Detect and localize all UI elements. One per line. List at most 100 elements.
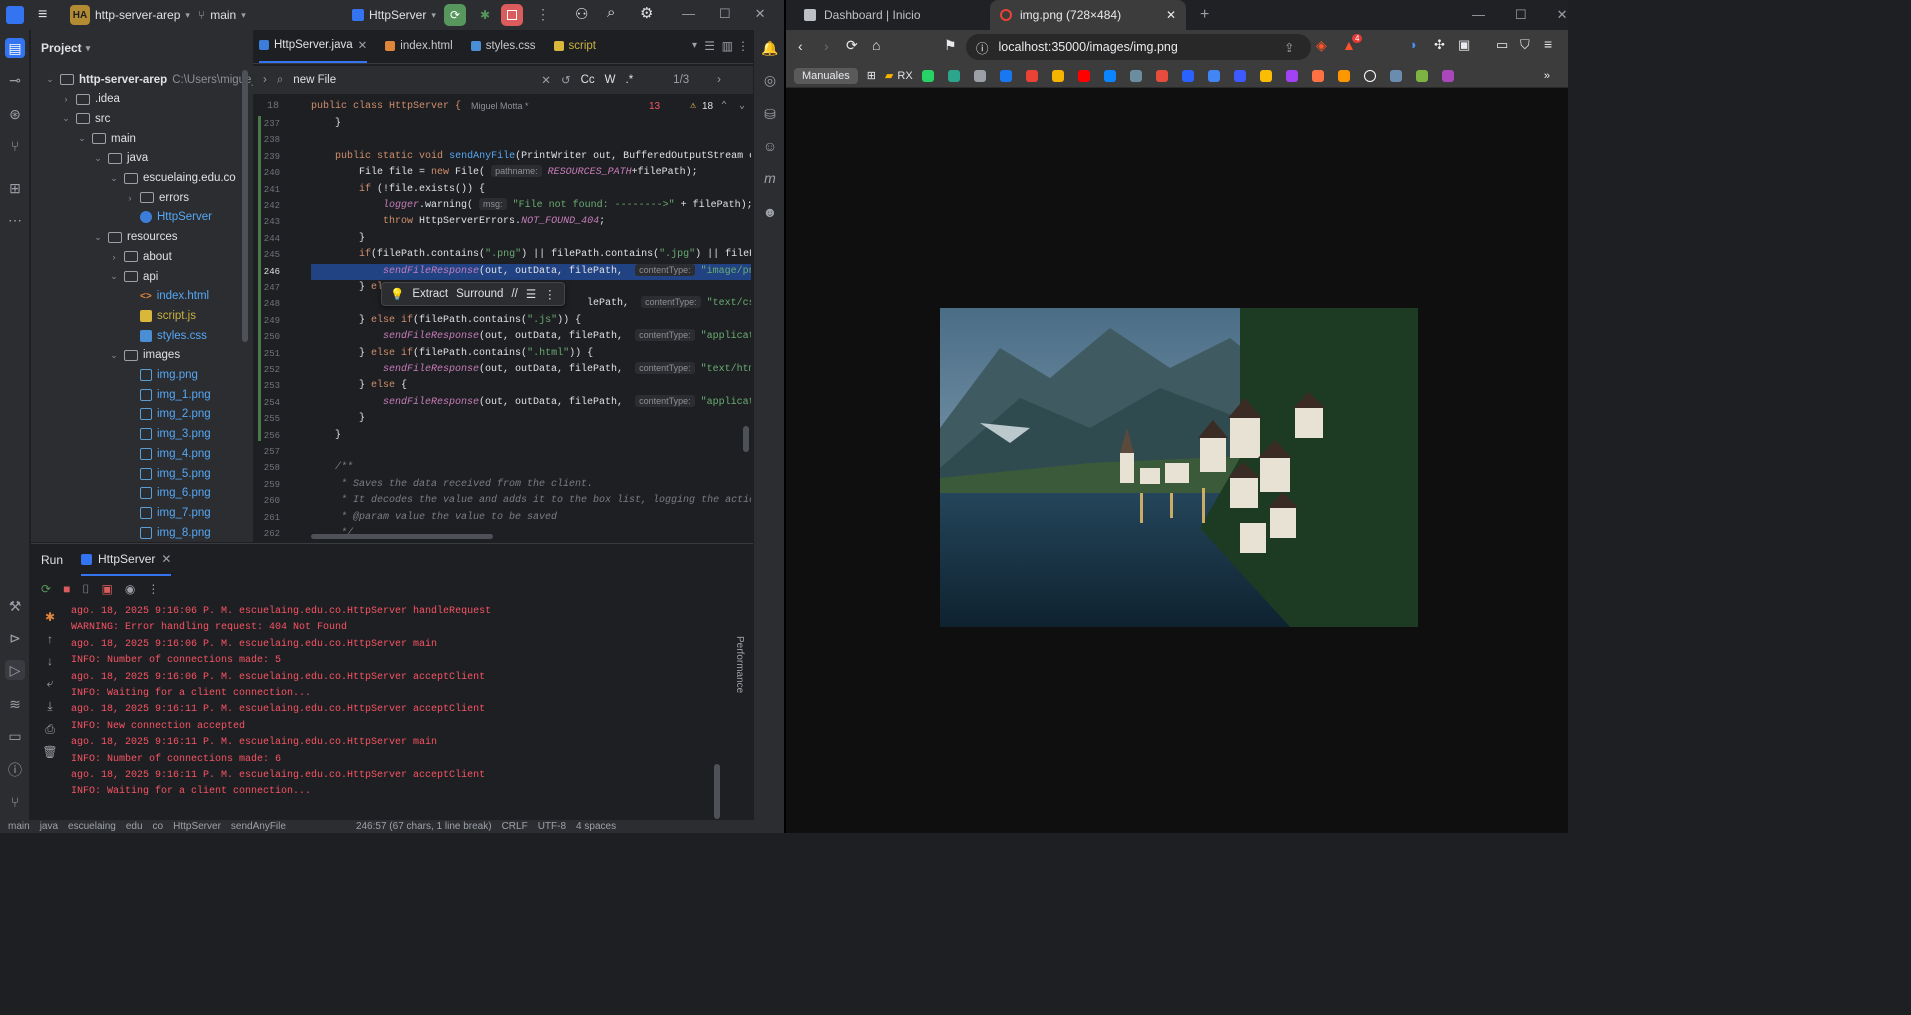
tree-item[interactable]: ⌄ src: [61, 109, 110, 128]
services-icon[interactable]: ⊳: [5, 628, 25, 648]
code-hscrollbar[interactable]: [311, 534, 493, 539]
vcs-icon[interactable]: ⑂: [5, 792, 25, 812]
scroll-end-icon[interactable]: ⤓: [47, 699, 52, 714]
project-tool-icon[interactable]: ▤: [5, 38, 25, 58]
commit-icon[interactable]: ⊸: [5, 70, 25, 90]
bookmark-folder-rx[interactable]: ▰ RX: [885, 69, 913, 83]
tree-item[interactable]: script.js: [125, 306, 196, 325]
settings-gear-icon[interactable]: ⚙: [640, 4, 653, 22]
copilot-chat-icon[interactable]: ☻: [760, 202, 780, 222]
tree-item[interactable]: › .idea: [61, 90, 120, 109]
code-area[interactable]: } public static void sendAnyFile(PrintWr…: [311, 116, 751, 542]
split-icon[interactable]: ▥: [722, 39, 733, 53]
debug-bug-icon[interactable]: ✱: [45, 610, 55, 624]
stop-icon[interactable]: ■: [63, 582, 70, 596]
rerun-icon[interactable]: ⟳: [41, 582, 51, 596]
bookmark-favicon-icon[interactable]: [1155, 69, 1168, 82]
maximize-icon[interactable]: ☐: [719, 6, 731, 22]
tree-item[interactable]: ⌄ main: [77, 129, 136, 148]
prev-highlight-icon[interactable]: ⌃: [721, 100, 727, 112]
terminal-icon[interactable]: ▭: [5, 726, 25, 746]
bookmark-favicon-icon[interactable]: [1415, 69, 1428, 82]
tree-item[interactable]: img_1.png: [125, 385, 211, 404]
camera-icon[interactable]: ⌷: [82, 582, 89, 597]
bookmark-favicon-icon[interactable]: [999, 69, 1012, 82]
tree-item[interactable]: ⌄ images: [109, 346, 180, 365]
tree-item[interactable]: img_6.png: [125, 484, 211, 503]
structure-icon[interactable]: ⊞: [5, 178, 25, 198]
status-item[interactable]: HttpServer: [173, 820, 221, 833]
clear-console-icon[interactable]: 🗑: [42, 745, 57, 759]
bookmark-favicon-icon[interactable]: [1129, 69, 1142, 82]
new-tab-icon[interactable]: +: [1200, 6, 1209, 24]
bookmark-favicon-icon[interactable]: [1181, 69, 1194, 82]
chevron-right-icon[interactable]: ›: [61, 94, 71, 104]
project-panel-header[interactable]: Project ▾: [31, 30, 253, 66]
status-item[interactable]: 246:57 (67 chars, 1 line break): [356, 820, 492, 833]
scroll-up-icon[interactable]: ↑: [47, 632, 53, 646]
git-icon[interactable]: ⑂: [5, 136, 25, 156]
run-more-icon[interactable]: ⋮: [147, 582, 159, 596]
tree-item[interactable]: img_8.png: [125, 523, 211, 542]
tree-item[interactable]: › about: [109, 247, 172, 266]
bookmark-favicon-icon[interactable]: [1337, 69, 1350, 82]
find-expand-icon[interactable]: ›: [263, 74, 267, 86]
tree-item[interactable]: img_2.png: [125, 405, 211, 424]
extract-action[interactable]: Extract: [412, 288, 448, 300]
close-tab-icon[interactable]: ✕: [1166, 8, 1176, 22]
extensions-icon[interactable]: ✣: [1434, 37, 1445, 53]
browser-tab-dashboard[interactable]: Dashboard | Inicio: [794, 0, 990, 30]
apps-grid-icon[interactable]: ⊞: [867, 69, 876, 82]
tree-item[interactable]: img.png: [125, 366, 198, 385]
console-scrollbar[interactable]: [714, 764, 720, 819]
bookmark-favicon-icon[interactable]: [1311, 69, 1324, 82]
editor-tab[interactable]: script: [553, 30, 596, 63]
run-tab[interactable]: Run: [41, 553, 63, 567]
editor-tab[interactable]: HttpServer.java ✕: [259, 30, 368, 63]
bookmark-favicon-icon[interactable]: [1051, 69, 1064, 82]
bookmark-favicon-icon[interactable]: [1233, 69, 1246, 82]
status-item[interactable]: edu: [126, 820, 143, 833]
soft-wrap-icon[interactable]: ⤶: [47, 676, 54, 691]
status-item[interactable]: CRLF: [502, 820, 528, 833]
find-input[interactable]: new File: [293, 74, 531, 86]
address-bar[interactable]: ⓘ localhost:35000/images/img.png ⇪: [966, 34, 1311, 60]
tree-scrollbar[interactable]: [242, 70, 248, 342]
editor-tab[interactable]: styles.css: [470, 30, 536, 63]
export-icon[interactable]: ▣: [102, 582, 113, 596]
tree-item[interactable]: img_7.png: [125, 503, 211, 522]
home-icon[interactable]: ⌂: [872, 37, 880, 53]
editor-more-icon[interactable]: ⋮: [737, 39, 749, 53]
ai-assistant-icon[interactable]: ◎: [760, 70, 780, 90]
bookmark-favicon-icon[interactable]: [1363, 69, 1376, 82]
back-icon[interactable]: ‹: [798, 38, 803, 54]
warnings-count[interactable]: 18: [702, 101, 713, 112]
wallet-icon[interactable]: ▭: [1496, 37, 1508, 53]
notifications-icon[interactable]: ⓘ: [5, 760, 25, 780]
bookmark-favicon-icon[interactable]: [1103, 69, 1116, 82]
tree-item[interactable]: <> index.html: [125, 287, 209, 306]
console-output[interactable]: ago. 18, 2025 9:16:06 P. M. escuelaing.e…: [71, 604, 716, 819]
media-icon[interactable]: ▣: [1458, 37, 1470, 53]
debug-icon[interactable]: ✱: [474, 4, 496, 26]
maximize-icon[interactable]: ☐: [1515, 7, 1527, 23]
reload-icon[interactable]: ⟳: [846, 37, 858, 54]
close-icon[interactable]: ✕: [161, 552, 171, 566]
chevron-right-icon[interactable]: ›: [109, 252, 119, 262]
words-toggle[interactable]: W: [605, 74, 616, 86]
find-history-icon[interactable]: ↺: [561, 73, 571, 87]
editor-tab[interactable]: index.html: [385, 30, 453, 63]
bookmark-favicon-icon[interactable]: [1077, 69, 1090, 82]
browser-menu-icon[interactable]: ≡: [1544, 36, 1552, 52]
find-next-icon[interactable]: ›: [717, 74, 721, 86]
main-menu-icon[interactable]: ≡: [38, 6, 47, 24]
share-icon[interactable]: ⇪: [1284, 40, 1294, 55]
tree-item[interactable]: › errors: [125, 188, 190, 207]
close-icon[interactable]: ✕: [1557, 7, 1568, 23]
bookmark-favicon-icon[interactable]: [1389, 69, 1402, 82]
bookmark-favicon-icon[interactable]: [1285, 69, 1298, 82]
run-tool-icon[interactable]: ▷: [5, 660, 25, 680]
status-item[interactable]: escuelaing: [68, 820, 116, 833]
minimize-icon[interactable]: —: [682, 6, 695, 22]
find-clear-icon[interactable]: ✕: [541, 73, 551, 87]
